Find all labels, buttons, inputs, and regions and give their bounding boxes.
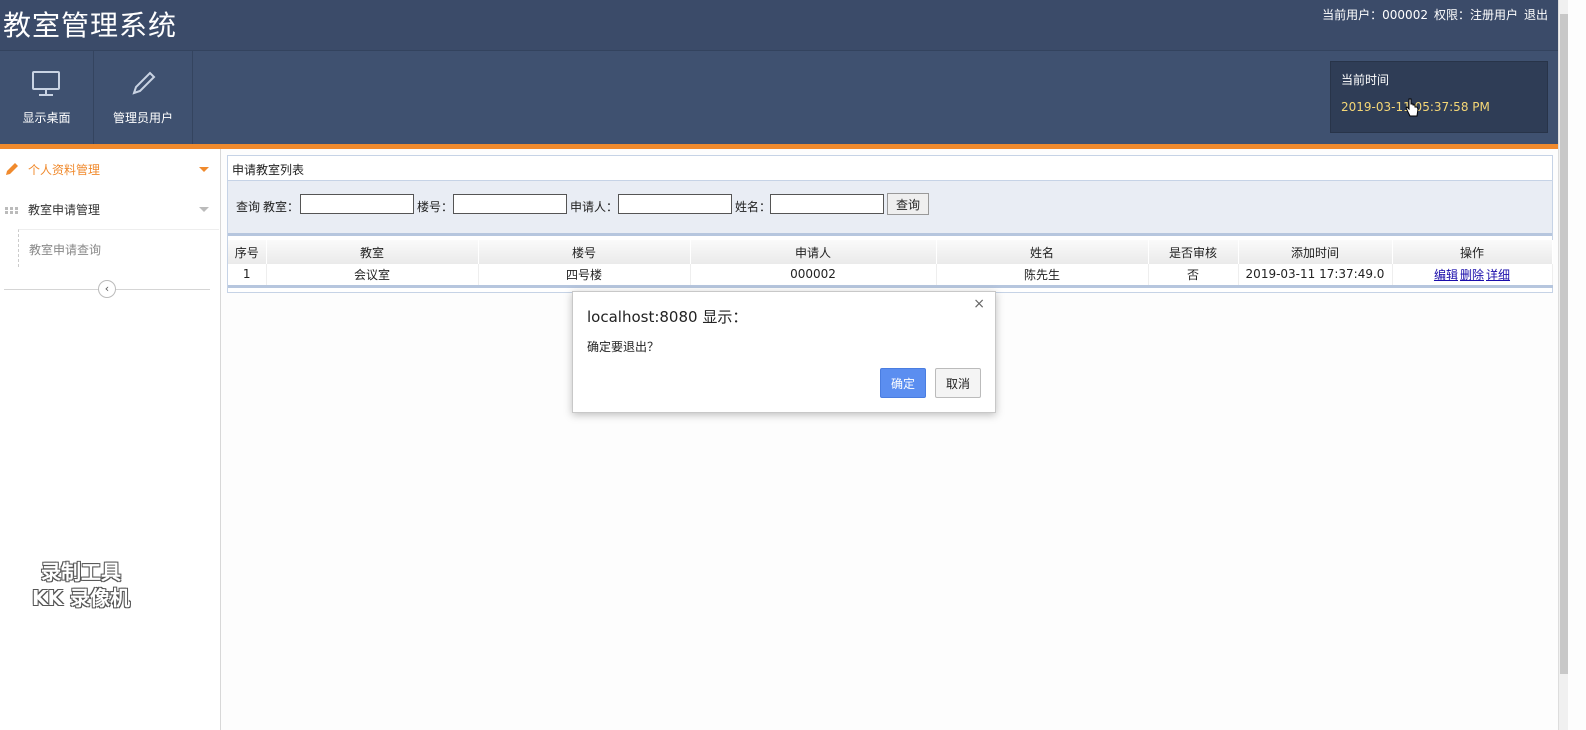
cell-name: 陈先生 bbox=[936, 264, 1149, 286]
current-user-text: 当前用户：000002 bbox=[1322, 8, 1428, 22]
app-title: 教室管理系统 bbox=[3, 9, 178, 42]
grid-icon bbox=[4, 201, 20, 217]
sidebar-item-apply[interactable]: 教室申请管理 bbox=[0, 189, 219, 229]
cell-actions: 编辑 删除 详细 bbox=[1392, 264, 1553, 286]
column-header: 操作 bbox=[1392, 240, 1553, 264]
admin-user-label: 管理员用户 bbox=[112, 111, 173, 125]
cell-index: 1 bbox=[228, 264, 267, 286]
clock-box: 当前时间 2019-03-11 05:37:58 PM bbox=[1330, 61, 1548, 133]
classroom-label: 教室： bbox=[263, 200, 300, 214]
cell-applicant: 000002 bbox=[690, 264, 937, 286]
dialog-message: 确定要退出？ bbox=[587, 340, 660, 354]
table-header-row: 序号 教室 楼号 申请人 姓名 是否审核 添加时间 操作 bbox=[228, 240, 1553, 264]
dialog-title: localhost:8080 显示： bbox=[587, 308, 748, 326]
sidebar-item-label: 教室申请管理 bbox=[28, 203, 101, 217]
show-desktop-button[interactable]: 显示桌面 bbox=[0, 51, 94, 145]
delete-link[interactable]: 删除 bbox=[1460, 268, 1484, 282]
detail-link[interactable]: 详细 bbox=[1486, 268, 1510, 282]
cell-approved: 否 bbox=[1148, 264, 1239, 286]
column-header: 楼号 bbox=[478, 240, 691, 264]
cell-added-time: 2019-03-11 17:37:49.0 bbox=[1238, 264, 1393, 286]
clock-label: 当前时间 bbox=[1341, 73, 1390, 87]
confirm-dialog: localhost:8080 显示： × 确定要退出？ 确定 取消 bbox=[572, 291, 996, 413]
apply-table: 序号 教室 楼号 申请人 姓名 是否审核 添加时间 操作 1 会议室 四号楼 0… bbox=[228, 240, 1553, 290]
search-prefix: 查询 bbox=[236, 200, 261, 214]
accent-divider bbox=[0, 144, 1558, 149]
watermark-line1: 录制工具 bbox=[40, 560, 121, 584]
name-input[interactable] bbox=[770, 194, 884, 214]
confirm-button[interactable]: 确定 bbox=[880, 368, 926, 398]
logout-link[interactable]: 退出 bbox=[1524, 6, 1548, 23]
collapse-sidebar-button[interactable]: ‹ bbox=[98, 280, 116, 298]
permission-text: 权限：注册用户 bbox=[1433, 8, 1518, 22]
watermark-line2: KK 录像机 bbox=[32, 586, 130, 610]
monitor-icon bbox=[0, 69, 93, 97]
pencil-icon bbox=[94, 69, 192, 97]
column-header: 添加时间 bbox=[1238, 240, 1393, 264]
top-header: 教室管理系统 当前用户：000002 权限：注册用户 退出 bbox=[0, 0, 1558, 50]
search-button[interactable]: 查询 bbox=[887, 193, 929, 215]
applicant-input[interactable] bbox=[618, 194, 732, 214]
user-info: 当前用户：000002 权限：注册用户 退出 bbox=[1322, 6, 1548, 23]
apply-list-panel: 申请教室列表 查询 教室： 楼号： 申请人： 姓名： 查询 序号 教室 楼号 申… bbox=[227, 155, 1553, 293]
search-bar: 查询 教室： 楼号： 申请人： 姓名： 查询 bbox=[228, 180, 1552, 236]
chevron-down-icon bbox=[199, 207, 209, 212]
panel-title: 申请教室列表 bbox=[232, 163, 305, 177]
applicant-label: 申请人： bbox=[570, 200, 619, 214]
pencil-icon bbox=[4, 161, 20, 177]
sidebar-item-profile[interactable]: 个人资料管理 bbox=[0, 149, 219, 189]
building-input[interactable] bbox=[453, 194, 567, 214]
sidebar-subitem-label: 教室申请查询 bbox=[29, 243, 102, 257]
scrollbar-thumb[interactable] bbox=[1560, 14, 1568, 674]
recorder-watermark: 录制工具 KK 录像机 bbox=[32, 559, 130, 611]
column-header: 是否审核 bbox=[1148, 240, 1239, 264]
page-scrollbar[interactable] bbox=[1558, 0, 1568, 730]
column-header: 申请人 bbox=[690, 240, 937, 264]
sidebar: 个人资料管理 教室申请管理 教室申请查询 ‹ 录制工具 KK 录像机 bbox=[0, 149, 221, 730]
cell-building: 四号楼 bbox=[478, 264, 691, 286]
name-label: 姓名： bbox=[735, 200, 772, 214]
sidebar-subitem-query[interactable]: 教室申请查询 bbox=[18, 229, 219, 267]
chevron-down-icon bbox=[199, 167, 209, 172]
nav-band: 显示桌面 管理员用户 当前时间 2019-03-11 05:37:58 PM bbox=[0, 50, 1558, 145]
building-label: 楼号： bbox=[417, 200, 454, 214]
classroom-input[interactable] bbox=[300, 194, 414, 214]
admin-user-button[interactable]: 管理员用户 bbox=[94, 51, 193, 145]
show-desktop-label: 显示桌面 bbox=[22, 111, 71, 125]
column-header: 序号 bbox=[228, 240, 267, 264]
column-header: 姓名 bbox=[936, 240, 1149, 264]
close-icon[interactable]: × bbox=[973, 296, 985, 312]
table-row: 1 会议室 四号楼 000002 陈先生 否 2019-03-11 17:37:… bbox=[228, 264, 1553, 286]
sidebar-item-label: 个人资料管理 bbox=[28, 163, 101, 177]
edit-link[interactable]: 编辑 bbox=[1434, 268, 1458, 282]
hand-cursor-icon bbox=[1405, 98, 1419, 118]
cancel-button[interactable]: 取消 bbox=[935, 368, 981, 398]
column-header: 教室 bbox=[266, 240, 479, 264]
cell-classroom: 会议室 bbox=[266, 264, 479, 286]
